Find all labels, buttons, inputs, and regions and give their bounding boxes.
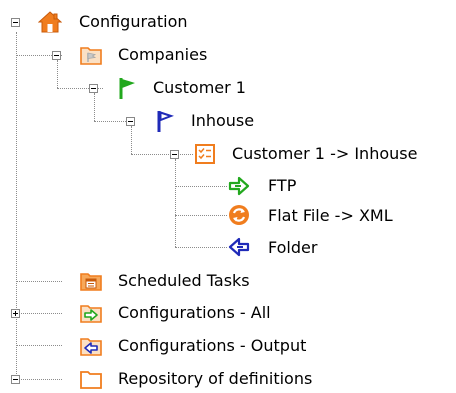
tree-item-repository-of-definitions[interactable]: Repository of definitions: [118, 368, 312, 390]
tree-connector: [175, 247, 227, 248]
tree-connector: [175, 186, 227, 187]
tree-connector: [16, 281, 62, 282]
tree-item-ftp[interactable]: FTP: [268, 175, 296, 197]
tree-connector: [16, 345, 62, 346]
tree-item-customer-1-inhouse[interactable]: Customer 1 -> Inhouse: [232, 143, 417, 165]
blue-arrow-left-icon: [227, 235, 251, 259]
collapse-inhouse-button[interactable]: [126, 117, 135, 126]
folder-icon: [79, 367, 103, 391]
blue-flag-icon: [154, 109, 178, 133]
collapse-companies-button[interactable]: [52, 51, 61, 60]
configuration-tree: Configuration Companies Customer 1 Inhou…: [0, 0, 456, 393]
green-flag-icon: [116, 76, 140, 100]
home-icon: [38, 10, 62, 34]
tree-connector: [57, 60, 58, 88]
convert-refresh-icon: [227, 203, 251, 227]
tree-connector: [131, 126, 132, 154]
collapse-repository-button[interactable]: [11, 375, 20, 384]
green-arrow-right-icon: [227, 174, 251, 198]
calendar-folder-icon: [79, 269, 103, 293]
tree-item-scheduled-tasks[interactable]: Scheduled Tasks: [118, 270, 250, 292]
collapse-customer-1-button[interactable]: [89, 84, 98, 93]
tree-item-folder[interactable]: Folder: [268, 237, 317, 259]
checklist-icon: [193, 142, 217, 166]
tree-connector: [16, 32, 17, 384]
tree-connector: [16, 313, 62, 314]
tree-connector: [16, 379, 62, 380]
tree-item-flat-file-xml[interactable]: Flat File -> XML: [268, 205, 393, 227]
tree-item-customer-1[interactable]: Customer 1: [153, 77, 246, 99]
collapse-configuration-button[interactable]: [11, 18, 20, 27]
collapse-customer-1-inhouse-button[interactable]: [170, 150, 179, 159]
folder-green-arrow-icon: [79, 301, 103, 325]
tree-connector: [131, 154, 193, 155]
tree-item-configurations-output[interactable]: Configurations - Output: [118, 335, 306, 357]
blue-arrow-left-folder-icon: [79, 334, 103, 358]
tree-connector: [94, 93, 95, 121]
tree-connector: [175, 215, 227, 216]
tree-item-configurations-all[interactable]: Configurations - All: [118, 302, 271, 324]
expand-configurations-all-button[interactable]: [11, 309, 20, 318]
tree-item-inhouse[interactable]: Inhouse: [191, 110, 254, 132]
tree-connector: [175, 159, 176, 247]
companies-folder-icon: [79, 43, 103, 67]
tree-item-configuration[interactable]: Configuration: [79, 11, 188, 33]
tree-item-companies[interactable]: Companies: [118, 44, 207, 66]
